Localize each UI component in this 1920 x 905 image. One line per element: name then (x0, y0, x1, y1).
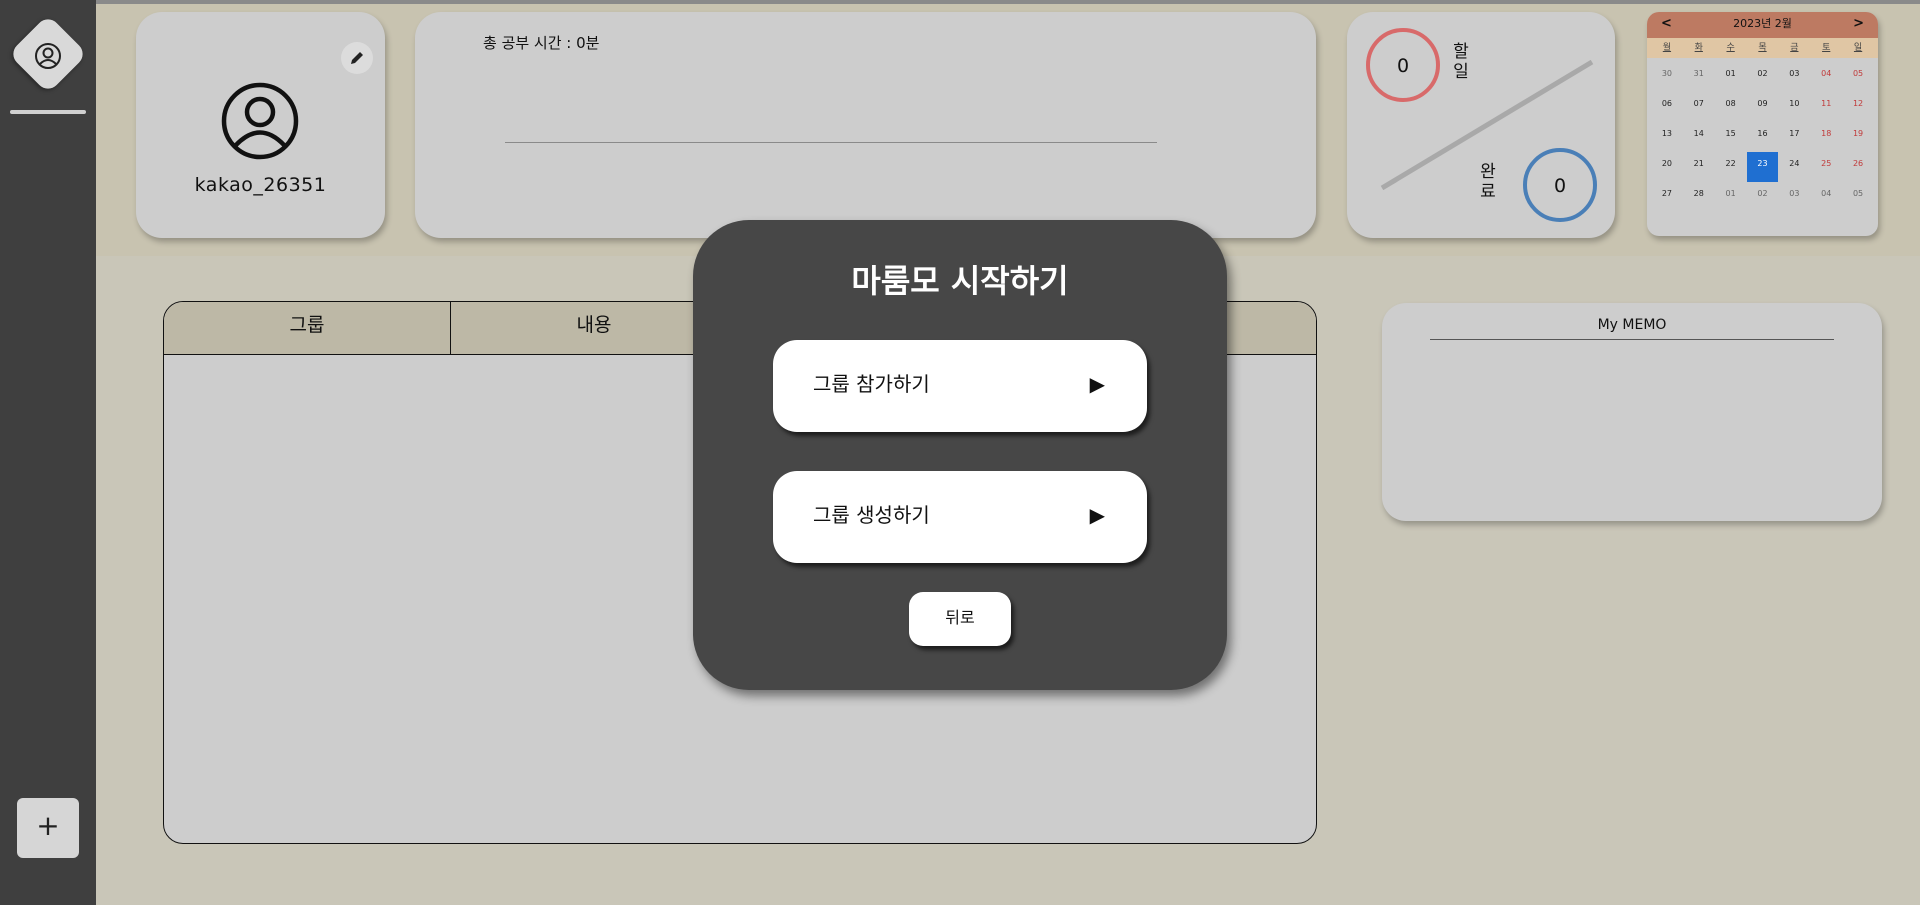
calendar-day[interactable]: 12 (1842, 92, 1874, 122)
weekday: 토 (1822, 43, 1831, 53)
calendar-day[interactable]: 02 (1747, 62, 1779, 92)
calendar-day[interactable]: 01 (1715, 182, 1747, 212)
avatar (221, 82, 299, 160)
calendar-day[interactable]: 07 (1683, 92, 1715, 122)
play-arrow-icon: ▶ (1089, 503, 1105, 527)
memo-divider (1430, 339, 1834, 340)
calendar-day[interactable]: 23 (1746, 152, 1779, 182)
calendar-day[interactable]: 14 (1683, 122, 1715, 152)
weekday: 월 (1662, 43, 1672, 53)
add-button[interactable]: + (17, 798, 79, 858)
calendar-day[interactable]: 24 (1778, 152, 1810, 182)
calendar-day[interactable]: 21 (1683, 152, 1715, 182)
calendar-weekdays: 월 화 수 목 금 토 일 (1647, 38, 1878, 58)
edit-profile-button[interactable] (341, 42, 373, 74)
pencil-icon (351, 52, 363, 64)
weekday: 수 (1726, 43, 1735, 53)
calendar-day[interactable]: 16 (1747, 122, 1779, 152)
profile-card: kakao_26351 (136, 12, 385, 238)
done-label: 완료 (1480, 162, 1496, 202)
calendar-day[interactable]: 27 (1651, 182, 1683, 212)
calendar-prev-button[interactable]: < (1661, 12, 1672, 36)
calendar-day[interactable]: 28 (1683, 182, 1715, 212)
study-time-card: 총 공부 시간 : 0분 (415, 12, 1316, 238)
calendar-day[interactable]: 03 (1778, 182, 1810, 212)
calendar-day[interactable]: 31 (1683, 62, 1715, 92)
weekday: 금 (1790, 43, 1799, 53)
calendar-day[interactable]: 05 (1842, 62, 1874, 92)
weekday: 목 (1758, 43, 1767, 53)
calendar-day[interactable]: 15 (1715, 122, 1747, 152)
calendar-day[interactable]: 02 (1747, 182, 1779, 212)
weekday: 화 (1694, 43, 1703, 53)
weekday: 일 (1853, 43, 1863, 53)
calendar-header: < 2023년 2월 > (1647, 12, 1878, 38)
start-modal: 마룸모 시작하기 그룹 참가하기 ▶ 그룹 생성하기 ▶ 뒤로 (693, 220, 1227, 690)
study-time-bar (505, 142, 1157, 143)
calendar-day[interactable]: 04 (1810, 182, 1842, 212)
calendar-day[interactable]: 09 (1747, 92, 1779, 122)
calendar-day[interactable]: 17 (1778, 122, 1810, 152)
join-group-button[interactable]: 그룹 참가하기 ▶ (773, 340, 1147, 432)
calendar-day[interactable]: 18 (1810, 122, 1842, 152)
calendar-day[interactable]: 08 (1715, 92, 1747, 122)
calendar-day[interactable]: 25 (1810, 152, 1842, 182)
calendar-grid: 30 31 01 02 03 04 05 06 07 08 09 10 11 12 13 14 15 16 17 18… (1647, 58, 1878, 212)
calendar-day[interactable]: 30 (1651, 62, 1683, 92)
calendar-day[interactable]: 03 (1778, 62, 1810, 92)
username: kakao_26351 (194, 174, 327, 196)
calendar-day[interactable]: 20 (1651, 152, 1683, 182)
create-group-label: 그룹 생성하기 (813, 503, 930, 527)
calendar-day[interactable]: 05 (1842, 182, 1874, 212)
calendar-day[interactable]: 10 (1778, 92, 1810, 122)
calendar-day[interactable]: 13 (1651, 122, 1683, 152)
column-header-group[interactable]: 그룹 (164, 302, 451, 354)
user-circle-icon[interactable] (33, 41, 63, 71)
todo-card: 0 할일 완료 0 (1347, 12, 1615, 238)
calendar-day[interactable]: 04 (1810, 62, 1842, 92)
join-group-label: 그룹 참가하기 (813, 372, 930, 396)
calendar-day[interactable]: 06 (1651, 92, 1683, 122)
sidebar-divider (10, 110, 86, 114)
calendar-day[interactable]: 22 (1715, 152, 1747, 182)
memo-card[interactable]: My MEMO (1382, 303, 1882, 521)
calendar-next-button[interactable]: > (1853, 12, 1864, 36)
memo-title: My MEMO (1597, 317, 1667, 333)
done-count-circle[interactable]: 0 (1523, 148, 1597, 222)
calendar-day[interactable]: 26 (1842, 152, 1874, 182)
calendar: < 2023년 2월 > 월 화 수 목 금 토 일 30 31 01 02 03 04 0… (1647, 12, 1878, 236)
modal-title: 마룸모 시작하기 (851, 262, 1069, 300)
total-study-time: 총 공부 시간 : 0분 (483, 34, 600, 52)
calendar-day[interactable]: 11 (1810, 92, 1842, 122)
calendar-title: 2023년 2월 (1733, 17, 1792, 30)
back-button[interactable]: 뒤로 (909, 592, 1011, 646)
calendar-day[interactable]: 01 (1715, 62, 1747, 92)
sidebar: + (0, 0, 96, 905)
calendar-day[interactable]: 19 (1842, 122, 1874, 152)
create-group-button[interactable]: 그룹 생성하기 ▶ (773, 471, 1147, 563)
play-arrow-icon: ▶ (1089, 372, 1105, 396)
